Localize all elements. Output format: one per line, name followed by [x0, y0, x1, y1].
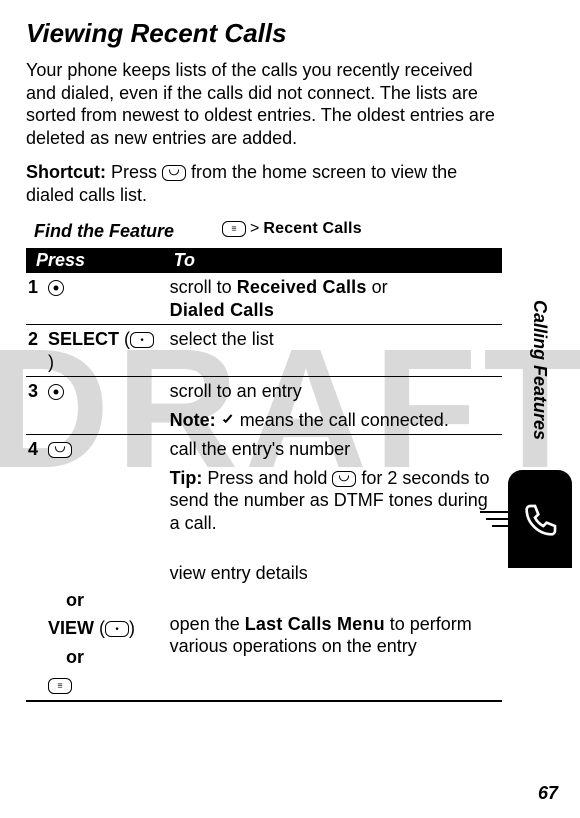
to-text: scroll to: [170, 277, 237, 297]
dialed-calls-label: Dialed Calls: [170, 300, 274, 320]
intro-paragraph: Your phone keeps lists of the calls you …: [26, 59, 502, 149]
instructions-table: Press To 1 scroll to Received Calls or D…: [26, 248, 502, 702]
step-number: 1: [26, 273, 48, 325]
nav-key-icon: [48, 280, 64, 296]
header-press: Press: [26, 248, 164, 273]
to-cell: call the entry's number Tip: Press and h…: [164, 435, 502, 701]
menu-key-icon: [222, 221, 246, 237]
menu-to: open the Last Calls Menu to perform vari…: [170, 613, 502, 658]
press-cell: [48, 273, 164, 325]
tip-label: Tip:: [170, 468, 203, 488]
to-text: scroll to an entry: [170, 381, 302, 401]
menu-key-icon: [48, 678, 72, 694]
to-text: or: [367, 277, 388, 297]
press-cell: or VIEW () or: [48, 435, 164, 701]
to-text: call the entry's number: [170, 439, 351, 459]
received-calls-label: Received Calls: [237, 277, 367, 297]
or-label: or: [48, 646, 160, 669]
note-label: Note:: [170, 410, 216, 430]
press-cell: SELECT (): [48, 325, 164, 377]
view-softkey-label: VIEW: [48, 618, 94, 638]
step-number: 3: [26, 377, 48, 435]
tip-block: Tip: Press and hold for 2 seconds to sen…: [170, 467, 502, 535]
to-cell: scroll to an entry Note: means the call …: [164, 377, 502, 435]
find-feature-label: Find the Feature: [34, 221, 174, 242]
shortcut-label: Shortcut:: [26, 162, 106, 182]
table-header-row: Press To: [26, 248, 502, 273]
shortcut-before: Press: [106, 162, 162, 182]
note-block: Note: means the call connected.: [170, 409, 502, 432]
step-number: 4: [26, 435, 48, 701]
press-cell: [48, 377, 164, 435]
page-content: Viewing Recent Calls Your phone keeps li…: [0, 0, 580, 720]
view-to: view entry details: [170, 562, 502, 585]
table-row: 4 or VIEW () or call the entry's number: [26, 435, 502, 701]
table-row: 3 scroll to an entry Note: means the cal…: [26, 377, 502, 435]
tip-text: Press and hold: [202, 468, 332, 488]
select-softkey-label: SELECT: [48, 329, 119, 349]
table-row: 2 SELECT () select the list: [26, 325, 502, 377]
send-key-icon: [162, 165, 186, 181]
page-title: Viewing Recent Calls: [26, 18, 502, 49]
shortcut-paragraph: Shortcut: Press from the home screen to …: [26, 161, 502, 206]
step-number: 2: [26, 325, 48, 377]
find-feature-row: Find the Feature > Recent Calls: [26, 220, 502, 242]
send-key-icon: [332, 471, 356, 487]
view-press: VIEW (): [48, 617, 160, 640]
send-key-icon: [48, 442, 72, 458]
or-label: or: [48, 589, 160, 612]
find-feature-path: > Recent Calls: [222, 220, 362, 238]
page-number: 67: [538, 783, 558, 804]
checkmark-icon: [221, 414, 235, 428]
note-text: means the call connected.: [240, 410, 449, 430]
menu-to-text: open the: [170, 614, 245, 634]
to-cell: scroll to Received Calls or Dialed Calls: [164, 273, 502, 325]
to-cell: select the list: [164, 325, 502, 377]
nav-key-icon: [48, 384, 64, 400]
softkey-icon: [130, 332, 154, 348]
menu-press: [48, 674, 160, 697]
softkey-icon: [105, 621, 129, 637]
header-to: To: [164, 248, 502, 273]
table-row: 1 scroll to Received Calls or Dialed Cal…: [26, 273, 502, 325]
path-item: Recent Calls: [263, 220, 361, 238]
path-separator: >: [250, 220, 259, 238]
last-calls-menu-label: Last Calls Menu: [245, 614, 385, 634]
